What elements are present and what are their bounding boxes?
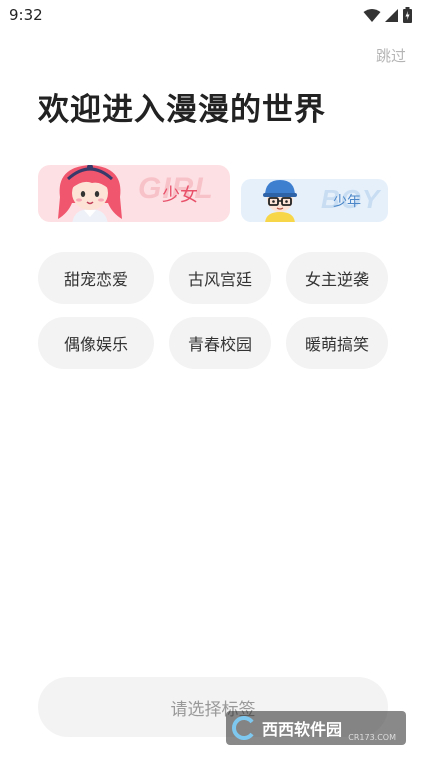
girl-label: 少女	[162, 185, 198, 206]
tag-chip[interactable]: 甜宠恋爱	[38, 252, 154, 304]
skip-button[interactable]: 跳过	[376, 45, 406, 66]
girl-avatar-icon	[58, 165, 122, 222]
boy-avatar-icon	[263, 180, 297, 222]
status-icons	[363, 7, 412, 23]
battery-icon	[403, 7, 412, 23]
tag-chip[interactable]: 女主逆袭	[286, 252, 388, 304]
status-bar: 9:32	[0, 0, 426, 30]
page-title: 欢迎进入漫漫的世界	[38, 92, 326, 128]
tag-chip[interactable]: 青春校园	[169, 317, 271, 369]
signal-icon	[385, 8, 398, 22]
watermark-site: CR173.COM	[348, 733, 396, 742]
status-time: 9:32	[9, 6, 43, 24]
tag-chip[interactable]: 古风宫廷	[169, 252, 271, 304]
boy-label: 少年	[333, 194, 361, 210]
watermark-logo-icon	[232, 716, 254, 740]
wifi-icon	[363, 8, 381, 22]
gender-option-girl[interactable]: GIRL 少女	[38, 165, 230, 222]
gender-option-boy[interactable]: BOY 少年	[241, 179, 388, 222]
tag-chip[interactable]: 偶像娱乐	[38, 317, 154, 369]
watermark: 西西软件园 CR173.COM	[226, 711, 406, 745]
watermark-brand: 西西软件园	[262, 720, 343, 739]
tag-chip[interactable]: 暖萌搞笑	[286, 317, 388, 369]
